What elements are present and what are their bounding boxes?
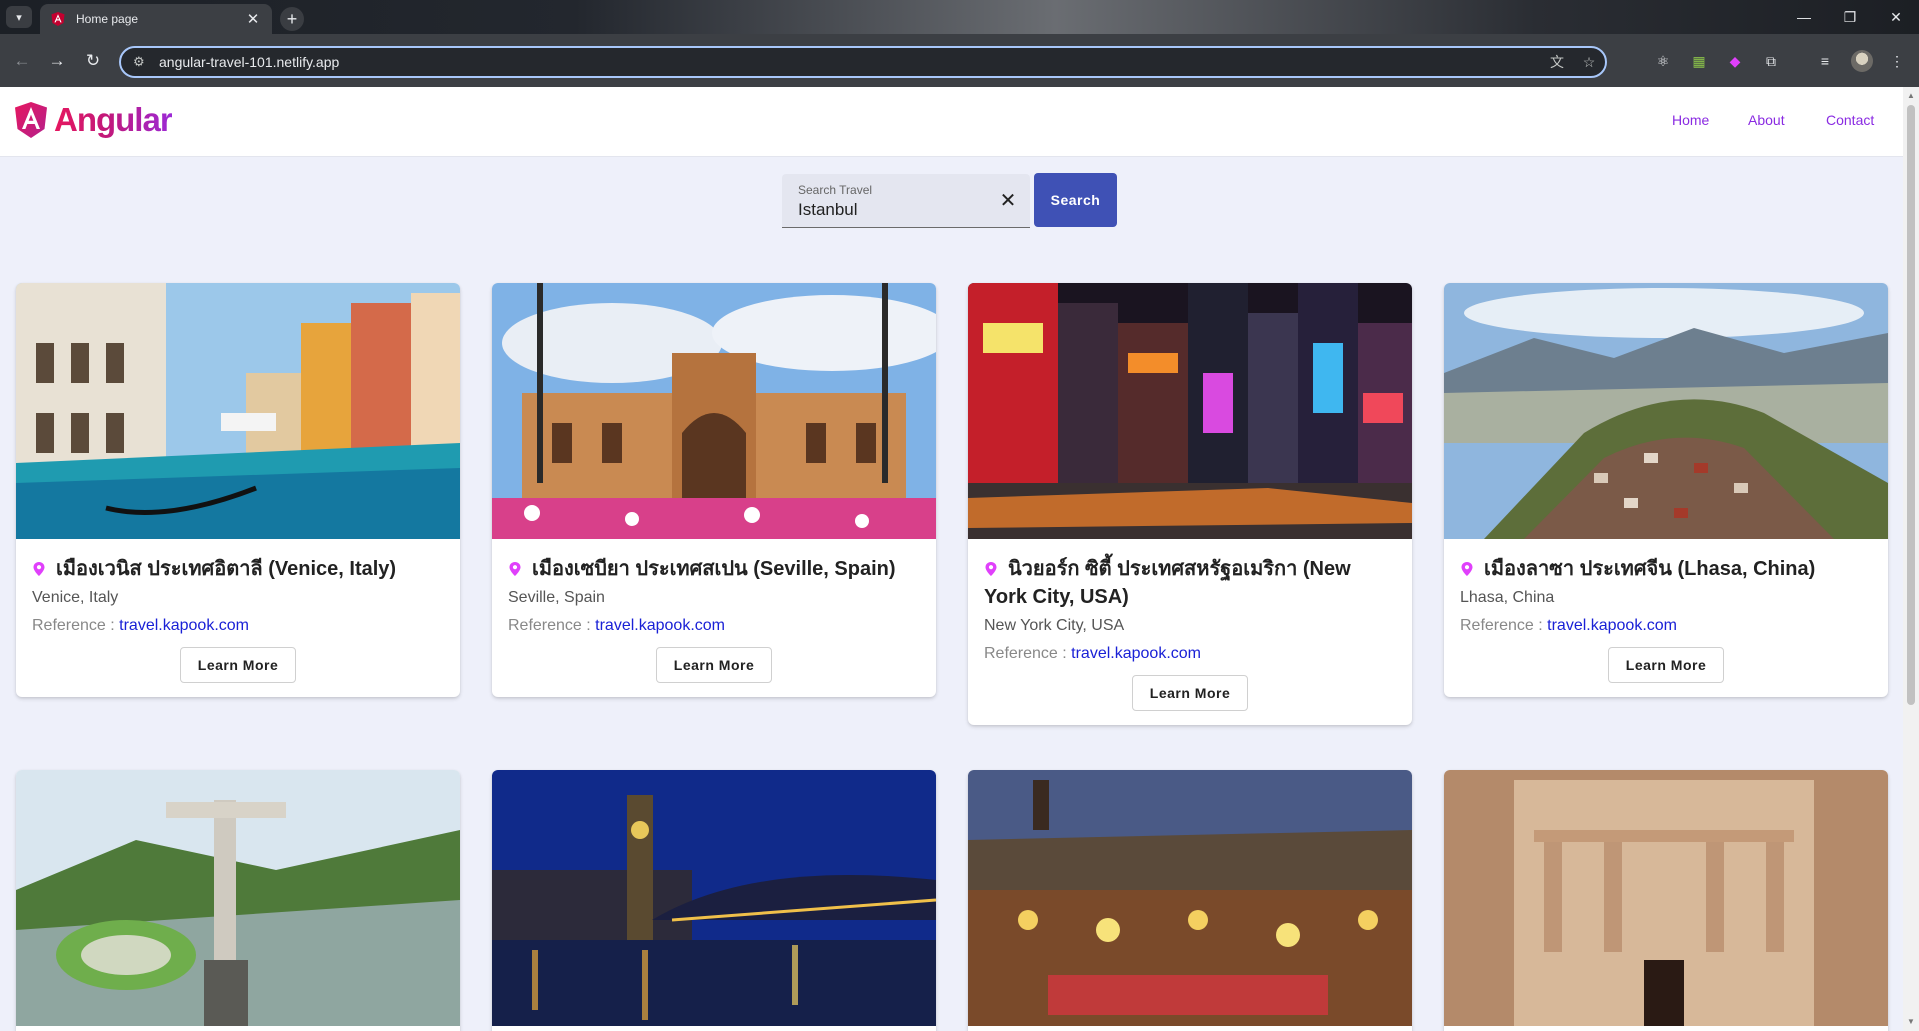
travel-card-rio <box>16 770 460 1031</box>
media-queue-icon[interactable]: ≡ <box>1815 51 1835 71</box>
nav-home-link[interactable]: Home <box>1672 112 1709 128</box>
travel-card-venice: เมืองเวนิส ประเทศอิตาลี (Venice, Italy) … <box>16 283 460 697</box>
card-body: นิวยอร์ก ซิตี้ ประเทศสหรัฐอเมริกา (New Y… <box>968 539 1412 725</box>
site-info-icon[interactable]: ⚙ <box>133 54 153 70</box>
card-body: เมืองเวนิส ประเทศอิตาลี (Venice, Italy) … <box>16 539 460 697</box>
learn-more-button[interactable]: Learn More <box>1608 647 1724 683</box>
card-subtitle: New York City, USA <box>984 617 1125 634</box>
card-title: นิวยอร์ก ซิตี้ ประเทศสหรัฐอเมริกา (New Y… <box>984 555 1396 611</box>
rio-photo <box>16 770 460 1026</box>
profile-avatar[interactable] <box>1851 50 1873 72</box>
restore-icon[interactable]: ❐ <box>1830 6 1870 28</box>
browser-tab-bar: ▾ Home page ✕ + — ❐ ✕ <box>0 0 1919 34</box>
card-title-text: เมืองลาซา ประเทศจีน (Lhasa, China) <box>1484 558 1816 580</box>
browser-menu-icon[interactable]: ⋮ <box>1887 51 1907 71</box>
reference-label: Reference : <box>508 617 596 634</box>
learn-more-button[interactable]: Learn More <box>180 647 296 683</box>
clear-icon[interactable]: ✕ <box>996 188 1020 212</box>
new-york-photo <box>968 283 1412 539</box>
page-viewport: Angular Home About Contact Search Travel… <box>0 87 1903 1031</box>
card-title: เมืองเซบียา ประเทศสเปน (Seville, Spain) <box>508 555 920 583</box>
card-subtitle: Lhasa, China <box>1460 589 1555 606</box>
location-pin-icon <box>509 562 521 576</box>
card-title-text: นิวยอร์ก ซิตี้ ประเทศสหรัฐอเมริกา (New Y… <box>984 558 1351 608</box>
extension-angular-icon[interactable]: ◆ <box>1725 51 1745 71</box>
extension-sheet-icon[interactable]: ▦ <box>1689 51 1709 71</box>
card-subtitle: Venice, Italy <box>32 589 119 606</box>
location-pin-icon <box>1461 562 1473 576</box>
card-reference: Reference : travel.kapook.com <box>508 617 920 635</box>
lhasa-photo <box>1444 283 1888 539</box>
url-text[interactable]: angular-travel-101.netlify.app <box>159 54 1541 70</box>
card-reference: Reference : travel.kapook.com <box>1460 617 1872 635</box>
translate-icon[interactable]: 文 <box>1541 52 1573 72</box>
tab-close-icon[interactable]: ✕ <box>244 10 262 28</box>
tab-search-button[interactable]: ▾ <box>6 6 32 28</box>
seville-photo <box>492 283 936 539</box>
card-title: เมืองเวนิส ประเทศอิตาลี (Venice, Italy) <box>32 555 444 583</box>
travel-card-london <box>492 770 936 1031</box>
search-value[interactable]: Istanbul <box>798 200 858 220</box>
extensions-puzzle-icon[interactable]: ⧉ <box>1761 51 1781 71</box>
angular-favicon-icon <box>51 12 65 26</box>
card-body: เมืองเซบียา ประเทศสเปน (Seville, Spain) … <box>492 539 936 697</box>
nav-about-link[interactable]: About <box>1748 112 1785 128</box>
card-title-text: เมืองเวนิส ประเทศอิตาลี (Venice, Italy) <box>56 558 397 580</box>
location-pin-icon <box>33 562 45 576</box>
reference-label: Reference : <box>1460 617 1548 634</box>
learn-more-button[interactable]: Learn More <box>656 647 772 683</box>
window-close-icon[interactable]: ✕ <box>1876 6 1916 28</box>
bookmark-star-icon[interactable]: ☆ <box>1573 54 1605 71</box>
tab-title: Home page <box>76 12 139 26</box>
scroll-up-arrow-icon[interactable]: ▲ <box>1906 91 1916 101</box>
reload-icon[interactable]: ↻ <box>80 48 106 74</box>
logo-text: Angular <box>54 101 173 138</box>
nav-contact-link[interactable]: Contact <box>1826 112 1874 128</box>
search-button[interactable]: Search <box>1034 173 1117 227</box>
card-reference: Reference : travel.kapook.com <box>32 617 444 635</box>
london-photo <box>492 770 936 1026</box>
travel-card-petra <box>1444 770 1888 1031</box>
scroll-down-arrow-icon[interactable]: ▼ <box>1906 1017 1916 1027</box>
card-reference: Reference : travel.kapook.com <box>984 645 1396 663</box>
vertical-scrollbar[interactable]: ▲ ▼ <box>1903 87 1919 1031</box>
petra-photo <box>1444 770 1888 1026</box>
browser-toolbar: ← → ↻ ⚙ angular-travel-101.netlify.app 文… <box>0 34 1919 87</box>
reference-link[interactable]: travel.kapook.com <box>595 617 725 634</box>
reference-label: Reference : <box>984 645 1072 662</box>
travel-card-new-york: นิวยอร์ก ซิตี้ ประเทศสหรัฐอเมริกา (New Y… <box>968 283 1412 725</box>
search-label: Search Travel <box>798 183 873 197</box>
browser-tab-home[interactable]: Home page ✕ <box>40 4 272 34</box>
search-input[interactable]: Search Travel Istanbul ✕ <box>782 174 1030 228</box>
angular-shield-icon <box>15 102 47 138</box>
app-header: Angular Home About Contact <box>0 87 1903 157</box>
angular-logo[interactable]: Angular <box>14 101 173 139</box>
reference-link[interactable]: travel.kapook.com <box>1547 617 1677 634</box>
reference-link[interactable]: travel.kapook.com <box>119 617 249 634</box>
forward-arrow-icon[interactable]: → <box>44 48 70 74</box>
card-body: เมืองลาซา ประเทศจีน (Lhasa, China) Lhasa… <box>1444 539 1888 697</box>
learn-more-button[interactable]: Learn More <box>1132 675 1248 711</box>
card-subtitle: Seville, Spain <box>508 589 605 606</box>
reference-link[interactable]: travel.kapook.com <box>1071 645 1201 662</box>
travel-card-seville: เมืองเซบียา ประเทศสเปน (Seville, Spain) … <box>492 283 936 697</box>
extension-atom-icon[interactable]: ⚛ <box>1653 51 1673 71</box>
card-title-text: เมืองเซบียา ประเทศสเปน (Seville, Spain) <box>532 558 896 580</box>
reference-label: Reference : <box>32 617 120 634</box>
card-title: เมืองลาซา ประเทศจีน (Lhasa, China) <box>1460 555 1872 583</box>
back-arrow-icon[interactable]: ← <box>9 48 35 74</box>
scroll-thumb[interactable] <box>1907 105 1915 705</box>
location-pin-icon <box>985 562 997 576</box>
travel-card-lhasa: เมืองลาซา ประเทศจีน (Lhasa, China) Lhasa… <box>1444 283 1888 697</box>
new-tab-button[interactable]: + <box>280 7 304 31</box>
marrakech-photo <box>968 770 1412 1026</box>
travel-card-marrakech <box>968 770 1412 1031</box>
minimize-icon[interactable]: — <box>1784 6 1824 28</box>
address-bar[interactable]: ⚙ angular-travel-101.netlify.app 文 ☆ <box>119 46 1607 78</box>
venice-photo <box>16 283 460 539</box>
